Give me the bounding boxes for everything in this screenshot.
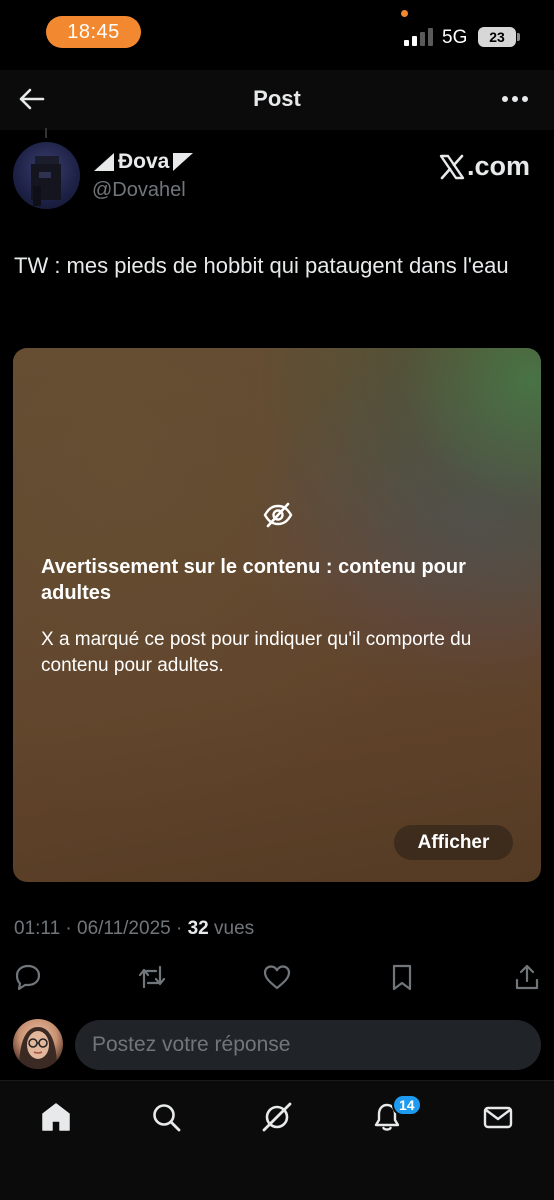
triangle-left-icon xyxy=(94,153,114,171)
avatar-image xyxy=(31,156,61,206)
author-avatar[interactable] xyxy=(13,142,80,209)
thread-line xyxy=(45,128,47,138)
tab-messages[interactable] xyxy=(480,1099,516,1135)
show-media-button[interactable]: Afficher xyxy=(394,825,513,860)
bottom-tab-bar xyxy=(0,1080,554,1200)
x-watermark-text: .com xyxy=(466,151,530,181)
like-icon xyxy=(263,965,291,990)
content-warning-title: Avertissement sur le contenu : contenu p… xyxy=(41,556,466,604)
home-icon xyxy=(42,1103,70,1131)
grok-icon xyxy=(262,1102,292,1132)
views-label: vues xyxy=(208,918,255,939)
tab-search[interactable] xyxy=(148,1099,184,1135)
tab-home[interactable] xyxy=(38,1099,74,1135)
messages-icon xyxy=(483,1106,513,1129)
page-title: Post xyxy=(253,86,301,111)
reply-icon xyxy=(15,964,41,991)
more-horizontal-icon xyxy=(502,96,528,102)
sensitive-media-card[interactable]: Avertissement sur le contenu : contenu p… xyxy=(13,348,541,882)
repost-button[interactable] xyxy=(137,962,167,992)
battery-tip xyxy=(517,33,520,41)
views-count[interactable]: 32 xyxy=(188,918,209,939)
triangle-right-icon xyxy=(173,153,194,171)
network-type: 5G xyxy=(442,27,468,48)
bookmark-icon xyxy=(392,964,412,991)
reply-input[interactable]: Postez votre réponse xyxy=(75,1020,541,1070)
status-bar: 18:45 5G 23 xyxy=(0,0,554,70)
post-header: Post xyxy=(0,70,554,130)
post-text: TW : mes pieds de hobbit qui pataugent d… xyxy=(14,253,509,278)
repost-icon xyxy=(138,965,166,989)
post-meta: 01:11 · 06/11/2025 · 32 vues xyxy=(14,918,254,940)
my-avatar[interactable] xyxy=(13,1019,63,1069)
share-icon xyxy=(515,964,539,990)
eye-off-icon xyxy=(263,502,293,528)
battery-icon: 23 xyxy=(478,27,516,47)
signal-icon xyxy=(404,28,434,46)
author-handle[interactable]: @Dovahel xyxy=(92,179,186,202)
share-button[interactable] xyxy=(512,962,542,992)
reply-bar: Postez votre réponse xyxy=(0,1012,554,1080)
x-watermark: .com xyxy=(439,151,530,182)
status-time: 18:45 xyxy=(46,16,141,48)
post-timestamp: 01:11 · 06/11/2025 · xyxy=(14,918,188,939)
more-button[interactable] xyxy=(498,84,532,114)
privacy-indicator xyxy=(401,10,408,17)
author-display-name: Đova xyxy=(118,150,170,173)
bookmark-button[interactable] xyxy=(387,962,417,992)
tab-grok[interactable] xyxy=(259,1099,295,1135)
like-button[interactable] xyxy=(262,962,292,992)
content-warning-body: X a marqué ce post pour indiquer qu'il c… xyxy=(41,629,472,676)
search-icon xyxy=(153,1104,181,1132)
author-name[interactable]: Đova xyxy=(92,150,195,174)
x-logo-icon xyxy=(439,154,465,179)
notifications-badge: 14 xyxy=(392,1094,422,1116)
reply-button[interactable] xyxy=(13,962,43,992)
post-actions xyxy=(0,962,554,996)
avatar-image xyxy=(19,1027,57,1069)
